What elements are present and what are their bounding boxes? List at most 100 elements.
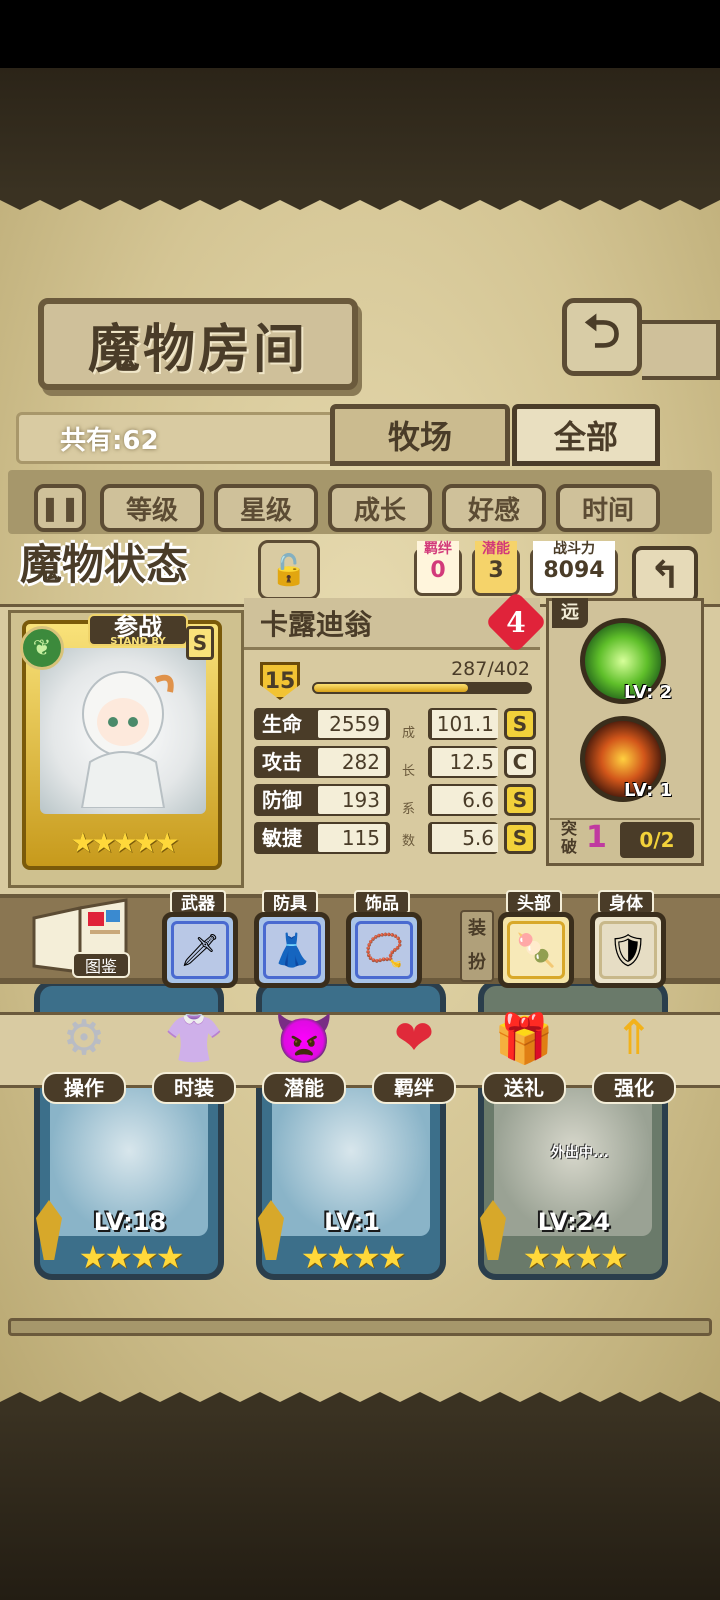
power-value: 8094 <box>543 558 605 583</box>
power-label: 战斗力 <box>533 541 615 557</box>
stat-value: 2559 <box>318 710 386 738</box>
range-tag: 远 <box>552 598 588 628</box>
filter-star[interactable]: 星级 <box>214 484 318 532</box>
book-label: 图鉴 <box>72 952 130 978</box>
growth-box: 101.1 <box>428 708 498 740</box>
armor-slot[interactable]: 👗 <box>254 912 330 988</box>
growth-caption: 成 <box>402 726 416 741</box>
filter-level[interactable]: 等级 <box>100 484 204 532</box>
rarity-badge: S <box>186 626 214 660</box>
growth-box: 6.6 <box>428 784 498 816</box>
bond-counter: 羁绊 0 <box>414 541 462 596</box>
upgrade-arrows-icon: ⇑ <box>613 1010 655 1066</box>
breakthrough-value: 1 <box>586 820 607 855</box>
head-slot[interactable]: 🍡 <box>498 912 574 988</box>
bond-value: 0 <box>430 558 446 583</box>
monster-level: LV:24 <box>537 1208 611 1236</box>
filter-affection[interactable]: 好感 <box>442 484 546 532</box>
gift-icon: 🎁 <box>494 1010 554 1067</box>
bond-label: 羁绊 <box>417 541 459 557</box>
action-bond-button[interactable]: ❤ 羁绊 <box>366 1000 462 1110</box>
action-operate-button[interactable]: ⚙ 操作 <box>36 1000 132 1110</box>
stat-row-defense: 防御 193 6.6 S <box>254 784 540 818</box>
monster-character-art <box>80 671 174 808</box>
slot-tag: 身体 <box>598 890 654 914</box>
potential-label: 潜能 <box>475 541 517 557</box>
stat-row-agility: 敏捷 115 5.6 S <box>254 822 540 856</box>
necklace-icon: 📿 <box>355 921 413 979</box>
outfit-icon: 👚 <box>164 1010 224 1067</box>
growth-value: 5.6 <box>432 824 498 852</box>
breakthrough-progress[interactable]: 0/2 <box>620 822 694 858</box>
crystal-armor-icon: 🛡 <box>599 921 657 979</box>
stat-row-hp: 生命 2559 101.1 S <box>254 708 540 742</box>
growth-caption: 数 <box>402 834 416 849</box>
growth-box: 5.6 <box>428 822 498 854</box>
gear-icon: ⚙ <box>62 1010 106 1066</box>
stat-value: 115 <box>318 824 386 852</box>
action-enhance-button[interactable]: ⇑ 强化 <box>586 1000 682 1110</box>
growth-value: 6.6 <box>432 786 498 814</box>
background-bottom <box>0 1410 720 1600</box>
room-title-text: 魔物房间 <box>87 318 308 380</box>
potential-value: 3 <box>488 558 504 583</box>
action-label: 送礼 <box>482 1072 566 1104</box>
body-slot[interactable]: 🛡 <box>590 912 666 988</box>
dress-label: 装扮 <box>460 910 494 982</box>
status-bar-area <box>0 0 720 68</box>
card-stars: ★★★★★ <box>70 826 180 859</box>
growth-grade: S <box>504 822 536 854</box>
filter-growth[interactable]: 成长 <box>328 484 432 532</box>
filter-time[interactable]: 时间 <box>556 484 660 532</box>
zigzag-border-top <box>0 190 720 210</box>
action-label: 时装 <box>152 1072 236 1104</box>
growth-caption: 系 <box>402 802 416 817</box>
slot-tag: 头部 <box>506 890 562 914</box>
monster-stars: ★★★★ <box>78 1238 185 1276</box>
action-label: 潜能 <box>262 1072 346 1104</box>
room-title: 魔物房间 <box>38 298 358 390</box>
padlock-icon[interactable]: 🔓 <box>258 540 320 600</box>
skill-level: LV: 2 <box>624 682 673 703</box>
action-gift-button[interactable]: 🎁 送礼 <box>476 1000 572 1110</box>
combat-power: 战斗力 8094 <box>530 541 618 596</box>
growth-box: 12.5 <box>428 746 498 778</box>
hearts-icon: ❤ <box>393 1010 435 1066</box>
action-label: 强化 <box>592 1072 676 1104</box>
affection-level: 4 <box>506 605 526 639</box>
dress-armor-icon: 👗 <box>263 921 321 979</box>
exp-text: 287/402 <box>451 658 530 680</box>
tab-all[interactable]: 全部 <box>512 404 660 466</box>
back-button[interactable]: ⮌ <box>562 298 642 376</box>
action-label: 操作 <box>42 1072 126 1104</box>
slot-tag: 饰品 <box>354 890 410 914</box>
skill-level: LV: 1 <box>624 780 673 801</box>
marshmallow-stick-icon: 🍡 <box>507 921 565 979</box>
pause-icon[interactable]: ❚❚ <box>34 484 86 532</box>
weapon-slot[interactable]: 🗡 <box>162 912 238 988</box>
monster-count: 共有:62 <box>60 426 159 456</box>
exp-bar-fill <box>314 684 469 692</box>
leaf-icon: ❦ <box>20 626 64 670</box>
standby-sub: STAND BY <box>110 636 166 647</box>
header-bar <box>642 320 720 380</box>
breakthrough-label: 突破 <box>560 819 577 856</box>
slot-tag: 防具 <box>262 890 318 914</box>
growth-grade: S <box>504 784 536 816</box>
monster-level: LV:18 <box>93 1208 167 1236</box>
shadow-imp-icon: 👿 <box>274 1010 334 1067</box>
action-potential-button[interactable]: 👿 潜能 <box>256 1000 352 1110</box>
list-footer-bar <box>8 1318 712 1336</box>
growth-value: 12.5 <box>432 748 498 776</box>
monster-stars: ★★★★ <box>300 1238 407 1276</box>
action-label: 羁绊 <box>372 1072 456 1104</box>
action-fashion-button[interactable]: 👚 时装 <box>146 1000 242 1110</box>
monster-level: LV:1 <box>324 1208 380 1236</box>
stat-value: 193 <box>318 786 386 814</box>
accessory-slot[interactable]: 📿 <box>346 912 422 988</box>
away-status: 外出中... <box>551 1145 609 1161</box>
growth-grade: S <box>504 708 536 740</box>
return-arrow-icon[interactable]: ↰ <box>632 546 698 604</box>
stat-row-attack: 攻击 282 12.5 C <box>254 746 540 780</box>
tab-ranch[interactable]: 牧场 <box>330 404 510 466</box>
